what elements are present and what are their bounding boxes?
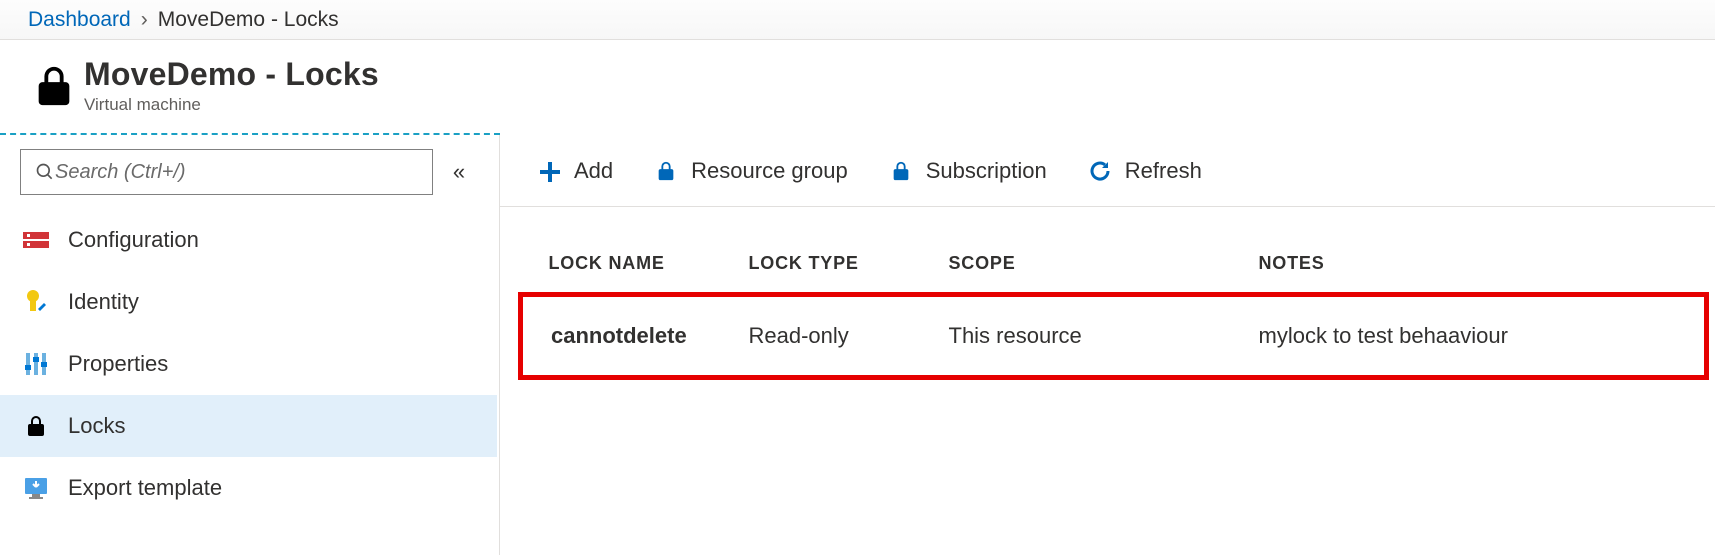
- page-title: MoveDemo - Locks: [84, 56, 379, 93]
- search-input[interactable]: [55, 161, 418, 184]
- sidebar-item-properties[interactable]: Properties: [0, 333, 497, 395]
- chevron-double-left-icon: «: [453, 159, 465, 185]
- sidebar: « Configuration Identity Properti: [0, 135, 500, 555]
- lock-icon: [888, 158, 914, 184]
- properties-icon: [22, 350, 50, 378]
- page-subtitle: Virtual machine: [84, 95, 379, 115]
- locks-table-container: LOCK NAME LOCK TYPE SCOPE NOTES cannotde…: [500, 207, 1715, 380]
- col-lock-type[interactable]: LOCK TYPE: [721, 237, 921, 295]
- breadcrumb: Dashboard › MoveDemo - Locks: [0, 0, 1715, 40]
- identity-icon: [22, 288, 50, 316]
- col-lock-name[interactable]: LOCK NAME: [521, 237, 721, 295]
- toolbar-label: Add: [574, 158, 613, 184]
- col-scope[interactable]: SCOPE: [921, 237, 1231, 295]
- table-row[interactable]: cannotdelete Read-only This resource myl…: [521, 295, 1707, 378]
- sidebar-nav[interactable]: Configuration Identity Properties Locks: [0, 209, 499, 555]
- cell-lock-name: cannotdelete: [521, 295, 721, 378]
- main-panel: Add Resource group Subscription Refresh: [499, 135, 1715, 555]
- sidebar-item-label: Configuration: [68, 227, 199, 253]
- toolbar-label: Refresh: [1125, 158, 1202, 184]
- resource-group-button[interactable]: Resource group: [653, 158, 848, 184]
- sidebar-item-locks[interactable]: Locks: [0, 395, 497, 457]
- cell-lock-type: Read-only: [721, 295, 921, 378]
- subscription-button[interactable]: Subscription: [888, 158, 1047, 184]
- sidebar-item-configuration[interactable]: Configuration: [0, 209, 497, 271]
- add-button[interactable]: Add: [536, 158, 613, 184]
- table-header-row: LOCK NAME LOCK TYPE SCOPE NOTES: [521, 237, 1707, 295]
- plus-icon: [536, 158, 562, 184]
- collapse-sidebar-button[interactable]: «: [439, 159, 479, 185]
- sidebar-item-label: Identity: [68, 289, 139, 315]
- search-box[interactable]: [20, 149, 433, 195]
- cell-notes: mylock to test behaaviour: [1231, 295, 1707, 378]
- configuration-icon: [22, 226, 50, 254]
- sidebar-item-label: Export template: [68, 475, 222, 501]
- locks-table: LOCK NAME LOCK TYPE SCOPE NOTES cannotde…: [518, 237, 1709, 380]
- lock-icon: [24, 63, 84, 109]
- search-icon: [35, 162, 55, 182]
- cell-scope: This resource: [921, 295, 1231, 378]
- breadcrumb-root[interactable]: Dashboard: [28, 8, 131, 32]
- chevron-right-icon: ›: [141, 8, 148, 32]
- export-template-icon: [22, 474, 50, 502]
- toolbar: Add Resource group Subscription Refresh: [500, 135, 1715, 207]
- toolbar-label: Resource group: [691, 158, 848, 184]
- lock-icon: [22, 412, 50, 440]
- lock-icon: [653, 158, 679, 184]
- sidebar-item-export-template[interactable]: Export template: [0, 457, 497, 519]
- sidebar-item-label: Locks: [68, 413, 125, 439]
- toolbar-label: Subscription: [926, 158, 1047, 184]
- refresh-button[interactable]: Refresh: [1087, 158, 1202, 184]
- breadcrumb-current: MoveDemo - Locks: [158, 8, 339, 32]
- col-notes[interactable]: NOTES: [1231, 237, 1707, 295]
- sidebar-item-label: Properties: [68, 351, 168, 377]
- refresh-icon: [1087, 158, 1113, 184]
- page-header: MoveDemo - Locks Virtual machine: [0, 40, 1715, 133]
- sidebar-item-identity[interactable]: Identity: [0, 271, 497, 333]
